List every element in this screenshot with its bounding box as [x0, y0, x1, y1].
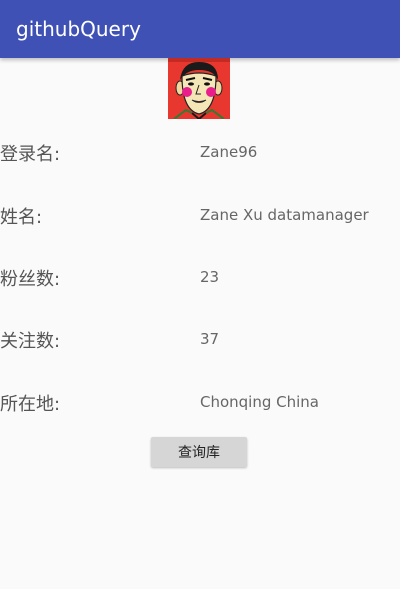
name-value: Zane Xu datamanager: [200, 206, 369, 224]
location-label: 所在地:: [0, 394, 61, 415]
query-repos-button[interactable]: 查询库: [151, 437, 247, 467]
avatar: [168, 58, 230, 119]
app-title: githubQuery: [16, 17, 141, 41]
name-label: 姓名:: [0, 207, 43, 228]
following-label: 关注数:: [0, 331, 61, 352]
followers-label: 粉丝数:: [0, 269, 61, 290]
followers-value: 23: [200, 268, 220, 286]
location-value: Chonqing China: [200, 393, 319, 411]
following-value: 37: [200, 330, 220, 348]
login-value: Zane96: [200, 143, 258, 161]
login-label: 登录名:: [0, 144, 61, 165]
app-bar: githubQuery: [0, 0, 400, 58]
